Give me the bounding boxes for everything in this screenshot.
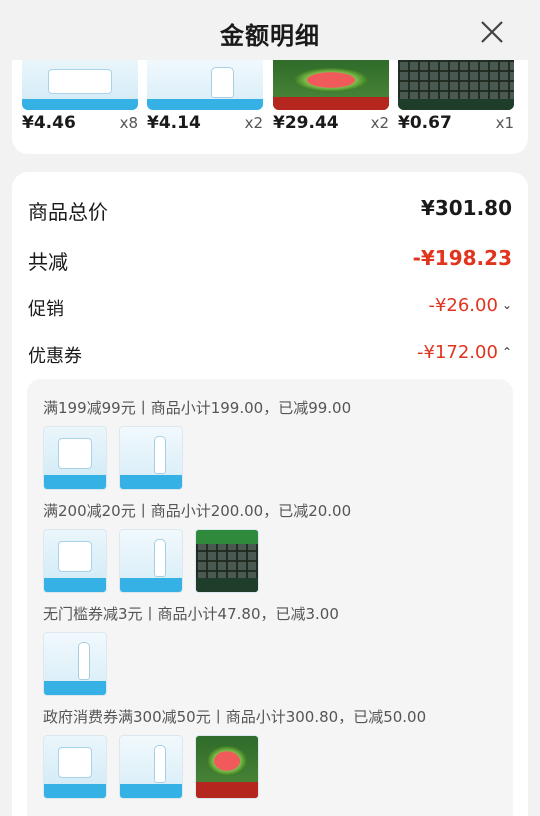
product-thumb-milk [119, 426, 183, 490]
product-thumb-milk [119, 735, 183, 799]
product-item[interactable]: ¥29.44 x2 [263, 60, 389, 140]
product-image-netting [398, 60, 514, 110]
product-item[interactable]: ¥4.46 x8 [12, 60, 138, 140]
total-value: ¥301.80 [420, 196, 512, 220]
coupon-line: 满199减99元丨商品小计199.00，已减99.00 [43, 399, 352, 417]
coupon-line: 政府消费券满300减50元丨商品小计300.80，已减50.00 [43, 708, 427, 726]
product-thumb-yogurt [43, 735, 107, 799]
page-title: 金额明细 [220, 22, 320, 50]
total-label: 商品总价 [28, 200, 108, 224]
total-row: 商品总价 ¥301.80 [28, 196, 512, 226]
product-thumb-yogurt [43, 426, 107, 490]
product-item[interactable]: ¥0.67 x1 [388, 60, 514, 140]
product-thumb-milk [119, 529, 183, 593]
close-icon[interactable] [478, 18, 506, 46]
product-qty: x8 [119, 114, 138, 132]
product-thumbnails: ¥4.46 x8 ¥4.14 x2 ¥29.44 x2 ¥0.67 x1 [12, 60, 528, 154]
product-price: ¥0.67 [398, 113, 452, 133]
modal-header: 金额明细 [0, 0, 540, 64]
product-image-yogurt [22, 60, 138, 110]
chevron-up-icon[interactable]: ⌃ [502, 345, 512, 359]
product-qty: x2 [244, 114, 263, 132]
coupon-detail-box: 满199减99元丨商品小计199.00，已减99.00 满200减20元丨商品小… [27, 379, 513, 816]
coupon-amount: -¥172.00 ⌃ [417, 342, 512, 363]
product-price: ¥29.44 [273, 113, 339, 133]
coupon-label: 优惠券 [28, 346, 82, 367]
discount-value: -¥198.23 [412, 246, 512, 270]
coupon-row[interactable]: 优惠券 -¥172.00 ⌃ [28, 342, 512, 372]
chevron-down-icon[interactable]: ⌄ [502, 298, 512, 312]
product-qty: x2 [370, 114, 389, 132]
coupon-value: -¥172.00 [417, 342, 498, 363]
product-item[interactable]: ¥4.14 x2 [137, 60, 263, 140]
promo-value: -¥26.00 [428, 295, 498, 316]
product-thumb-milk [43, 632, 107, 696]
discount-label: 共减 [28, 250, 68, 274]
product-thumb-watermelon [195, 735, 259, 799]
product-image-watermelon [273, 60, 389, 110]
amount-detail-card: 商品总价 ¥301.80 共减 -¥198.23 促销 -¥26.00 ⌄ 优惠券… [12, 172, 528, 816]
coupon-line: 满200减20元丨商品小计200.00，已减20.00 [43, 502, 352, 520]
product-thumb-netting [195, 529, 259, 593]
promo-amount: -¥26.00 ⌄ [428, 295, 512, 316]
product-thumb-yogurt [43, 529, 107, 593]
discount-row: 共减 -¥198.23 [28, 246, 512, 276]
product-qty: x1 [495, 114, 514, 132]
coupon-line: 无门槛券减3元丨商品小计47.80，已减3.00 [43, 605, 339, 623]
promo-label: 促销 [28, 299, 64, 320]
product-price: ¥4.14 [147, 113, 201, 133]
promo-row[interactable]: 促销 -¥26.00 ⌄ [28, 295, 512, 325]
product-image-milk [147, 60, 263, 110]
product-price: ¥4.46 [22, 113, 76, 133]
